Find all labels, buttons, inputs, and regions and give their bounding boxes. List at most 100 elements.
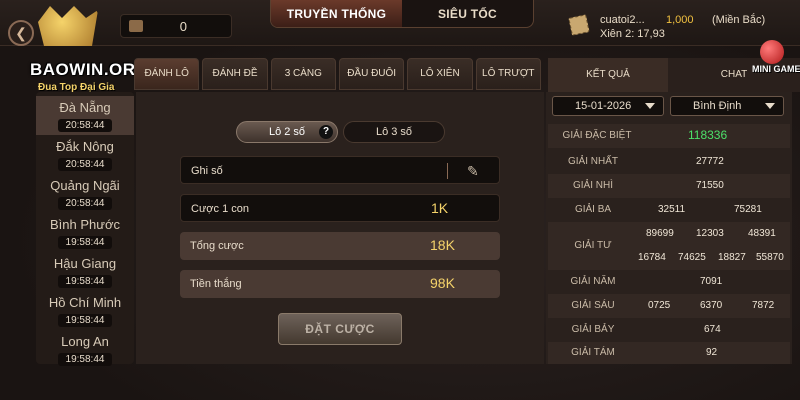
province-countdown: 20:58:44 — [57, 119, 113, 132]
total-bet-row: Tổng cược 18K — [180, 232, 500, 260]
prize-value: 55870 — [756, 252, 784, 263]
number-note-input[interactable]: Ghi số ✎ — [180, 156, 500, 184]
result-row-second: GIẢI NHÌ 71550 — [548, 174, 790, 198]
bet-per-number-label: Cược 1 con — [191, 203, 249, 215]
tab-3-cang[interactable]: 3 CÀNG — [270, 58, 336, 90]
result-row-fourth: GIẢI TƯ 89699 12303 48391 16784 74625 18… — [548, 222, 790, 270]
prize-label: GIẢI SÁU — [571, 300, 615, 311]
prize-value: 7872 — [752, 300, 775, 311]
province-select[interactable]: Bình Định — [670, 96, 784, 116]
logo-crown-icon — [38, 6, 98, 46]
win-amount-row: Tiền thắng 98K — [180, 270, 500, 298]
lo-2-so-label: Lô 2 số — [268, 126, 306, 138]
mode-traditional-tab[interactable]: TRUYỀN THỐNG — [271, 0, 402, 27]
province-countdown: 19:58:44 — [57, 314, 113, 327]
prize-value: 12303 — [696, 228, 724, 239]
province-name: Quảng Ngãi — [50, 178, 120, 193]
chevron-down-icon — [645, 103, 655, 109]
mode-fast-tab[interactable]: SIÊU TỐC — [402, 0, 533, 27]
prize-value: 74625 — [678, 252, 706, 263]
province-item[interactable]: Đà Nẵng 20:58:44 — [36, 96, 134, 135]
bet-per-number-value: 1K — [431, 200, 449, 216]
bet-type-tabs: ĐÁNH LÔ ĐÁNH ĐỀ 3 CÀNG ĐẦU ĐUÔI LÔ XIÊN … — [134, 58, 544, 92]
province-value: Bình Định — [693, 100, 742, 112]
result-row-seventh: GIẢI BẢY 674 — [548, 318, 790, 342]
total-bet-label: Tổng cược — [190, 240, 244, 252]
mini-game-label: MINI GAME — [752, 64, 800, 74]
mini-game-icon — [760, 40, 784, 64]
province-item[interactable]: Hậu Giang 19:58:44 — [36, 252, 134, 291]
result-row-special: GIẢI ĐẶC BIỆT 118336 — [548, 124, 790, 148]
province-item[interactable]: Đắk Nông 20:58:44 — [36, 135, 134, 174]
province-item[interactable]: Bình Phước 19:58:44 — [36, 213, 134, 252]
prize-value: 7091 — [700, 276, 723, 287]
result-row-fifth: GIẢI NĂM 7091 — [548, 270, 790, 294]
ticket-icon — [568, 14, 590, 36]
province-item[interactable]: Long An 19:58:44 — [36, 330, 134, 369]
balance-value: 0 — [179, 19, 187, 34]
lo-2-so-toggle[interactable]: Lô 2 số ? — [236, 121, 338, 143]
province-countdown: 19:58:44 — [57, 236, 113, 249]
prize-value: 48391 — [748, 228, 776, 239]
result-row-sixth: GIẢI SÁU 0725 6370 7872 — [548, 294, 790, 318]
win-amount-value: 98K — [430, 275, 455, 291]
result-row-third: GIẢI BA 32511 75281 — [548, 198, 790, 222]
province-countdown: 19:58:44 — [57, 353, 113, 366]
help-icon[interactable]: ? — [319, 125, 333, 139]
prize-value: 92 — [706, 347, 718, 358]
user-xien-odds: Xiên 2: 17,93 — [600, 28, 665, 40]
province-list: Đà Nẵng 20:58:44 Đắk Nông 20:58:44 Quảng… — [36, 92, 134, 366]
tab-dau-duoi[interactable]: ĐẦU ĐUÔI — [338, 58, 405, 90]
chevron-down-icon — [765, 103, 775, 109]
result-row-eighth: GIẢI TÁM 92 — [548, 342, 790, 364]
province-name: Bình Phước — [50, 217, 120, 232]
prize-value: 16784 — [638, 252, 666, 263]
prize-label: GIẢI NĂM — [570, 276, 616, 287]
prize-label: GIẢI BA — [574, 204, 612, 215]
total-bet-value: 18K — [430, 237, 455, 253]
tab-results[interactable]: KẾT QUẢ — [548, 58, 668, 92]
province-item[interactable]: Hồ Chí Minh 19:58:44 — [36, 291, 134, 330]
pencil-icon[interactable]: ✎ — [467, 163, 483, 179]
mode-switch: TRUYỀN THỐNG SIÊU TỐC — [270, 0, 534, 28]
prize-value: 6370 — [700, 300, 723, 311]
prize-label: GIẢI TƯ — [574, 240, 612, 251]
province-item[interactable]: Quảng Ngãi 20:58:44 — [36, 174, 134, 213]
mini-game-button[interactable]: MINI GAME — [752, 40, 800, 80]
prize-value: 75281 — [734, 204, 762, 215]
prize-value: 89699 — [646, 228, 674, 239]
result-row-first: GIẢI NHẤT 27772 — [548, 150, 790, 174]
place-bet-button[interactable]: ĐẶT CƯỢC — [278, 313, 402, 345]
number-note-placeholder: Ghi số — [191, 165, 223, 177]
user-name: cuatoi2... — [600, 14, 645, 26]
game-screen: ❮ 0 TRUYỀN THỐNG SIÊU TỐC cuatoi2... 1,0… — [0, 0, 800, 400]
logo-brand: BAOWIN.ORG — [30, 60, 150, 79]
prize-value: 71550 — [696, 180, 724, 191]
province-name: Đà Nẵng — [59, 100, 111, 115]
tab-danh-lo[interactable]: ĐÁNH LÔ — [134, 58, 200, 90]
prize-label: GIẢI TÁM — [571, 347, 615, 358]
prize-value: 27772 — [696, 156, 724, 167]
prize-label: GIẢI NHẤT — [567, 156, 618, 167]
tab-lo-xien[interactable]: LÔ XIÊN — [407, 58, 473, 90]
province-countdown: 20:58:44 — [57, 197, 113, 210]
user-ticket-info[interactable]: cuatoi2... 1,000 (Miền Bắc) Xiên 2: 17,9… — [568, 10, 768, 44]
province-name: Hồ Chí Minh — [48, 295, 122, 310]
date-select[interactable]: 15-01-2026 — [552, 96, 664, 116]
bet-per-number-field[interactable]: Cược 1 con 1K — [180, 194, 500, 222]
province-name: Long An — [61, 334, 109, 349]
province-name: Đắk Nông — [56, 139, 114, 154]
lo-3-so-toggle[interactable]: Lô 3 số — [343, 121, 445, 143]
prize-value: 32511 — [658, 204, 686, 215]
prize-label: GIẢI NHÌ — [572, 180, 613, 191]
date-value: 15-01-2026 — [575, 100, 632, 112]
divider — [447, 163, 448, 179]
tab-lo-truot[interactable]: LÔ TRƯỢT — [475, 58, 541, 90]
lo-3-so-label: Lô 3 số — [375, 126, 413, 138]
user-coins: 1,000 — [666, 14, 694, 26]
province-countdown: 20:58:44 — [57, 158, 113, 171]
province-name: Hậu Giang — [53, 256, 117, 271]
prize-label: GIẢI BẢY — [571, 324, 615, 335]
tab-danh-de[interactable]: ĐÁNH ĐỀ — [202, 58, 268, 90]
province-countdown: 19:58:44 — [57, 275, 113, 288]
